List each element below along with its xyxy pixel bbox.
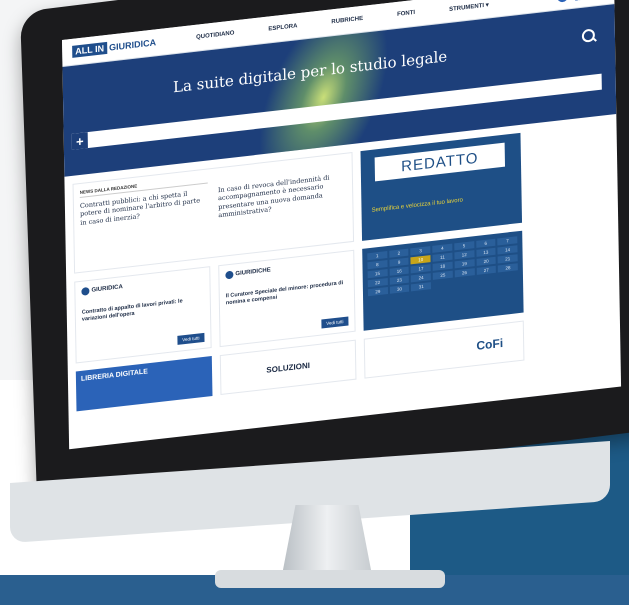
calendar-day[interactable]: 11 (432, 252, 453, 262)
calendar-day[interactable]: 23 (389, 275, 410, 285)
logo-part2: GIURIDICA (108, 37, 157, 53)
nav-item-rubriche[interactable]: RUBRICHE (331, 15, 363, 26)
calendar-day[interactable]: 8 (367, 260, 388, 270)
calendar-day[interactable]: 18 (432, 261, 453, 271)
content-card[interactable]: GIURIDICHE Il Curatore Speciale del mino… (218, 249, 356, 348)
calendar-widget: 1 2 3 4 5 6 7 8 9 10 11 12 13 14 15 16 17 18 19 20 21 22 23 24 2… (362, 230, 524, 331)
libreria-digitale-banner[interactable]: LIBRERIA DIGITALE (75, 356, 213, 412)
calendar-day[interactable]: 31 (411, 282, 432, 292)
top-icons: ? (557, 0, 604, 3)
card-top: GIURIDICHE (225, 258, 347, 280)
search-icon[interactable] (581, 28, 596, 43)
news-title[interactable]: In caso di revoca dell'indennità di acco… (218, 172, 347, 220)
nav-item-strumenti[interactable]: STRUMENTI ▾ (449, 1, 489, 13)
card-logo: GIURIDICHE (225, 266, 271, 280)
card-logo-text: GIURIDICHE (235, 267, 271, 278)
calendar-day[interactable]: 24 (411, 273, 432, 283)
calendar-day[interactable]: 7 (497, 236, 518, 246)
redatto-tagline: Semplifica e velocizza il tuo lavoro (371, 197, 463, 214)
calendar-day[interactable]: 25 (432, 270, 453, 280)
calendar-day[interactable]: 6 (475, 238, 496, 248)
card-title: Contratto di appalto di lavori privati: … (81, 298, 183, 324)
card-button[interactable]: Vedi tutti (321, 316, 349, 329)
card-logo-icon (81, 286, 90, 296)
card-top: GIURIDICA (81, 274, 203, 296)
calendar-day[interactable]: 27 (476, 265, 497, 275)
card-logo-icon (225, 270, 234, 280)
soluzioni-label: SOLUZIONI (266, 360, 310, 375)
calendar-day[interactable]: 12 (454, 250, 475, 260)
calendar-day[interactable]: 21 (497, 254, 518, 264)
calendar-day[interactable]: 20 (476, 256, 496, 266)
calendar-day[interactable]: 1 (367, 251, 388, 261)
app-logo[interactable]: ALL IN GIURIDICA (72, 36, 156, 58)
soluzioni-banner[interactable]: SOLUZIONI (219, 339, 357, 396)
calendar-day[interactable]: 5 (454, 241, 474, 251)
calendar-day[interactable]: 28 (498, 263, 518, 273)
monitor-stand-base (215, 570, 445, 588)
calendar-grid: 1 2 3 4 5 6 7 8 9 10 11 12 13 14 15 16 17 18 19 20 21 22 23 24 2… (367, 236, 518, 297)
calendar-day[interactable]: 4 (432, 243, 453, 253)
calendar-day[interactable]: 26 (454, 268, 475, 278)
redatto-logo: REDATTO (374, 142, 506, 182)
monitor-stand (282, 505, 372, 575)
card-logo-text: GIURIDICA (91, 284, 123, 294)
cofi-banner[interactable]: CoFi (363, 320, 525, 379)
calendar-day[interactable]: 29 (367, 287, 388, 297)
calendar-day[interactable]: 9 (389, 257, 409, 267)
calendar-day[interactable]: 3 (410, 246, 431, 256)
calendar-day[interactable]: 22 (367, 278, 388, 288)
logo-part1: ALL IN (72, 41, 108, 58)
nav-item-esplora[interactable]: ESPLORA (268, 23, 297, 33)
calendar-day[interactable]: 16 (389, 266, 410, 276)
calendar-day[interactable]: 30 (389, 284, 410, 294)
add-button[interactable]: + (71, 132, 88, 150)
content-card[interactable]: GIURIDICA Contratto di appalto di lavori… (74, 266, 212, 364)
redatto-banner[interactable]: REDATTO Semplifica e velocizza il tuo la… (360, 132, 523, 241)
calendar-day[interactable]: 15 (367, 269, 388, 279)
card-title: Il Curatore Speciale del minore: procedu… (225, 280, 344, 307)
news-item[interactable]: In caso di revoca dell'indennità di acco… (218, 160, 347, 250)
news-item[interactable]: NEWS DALLA REDAZIONE Contratti pubblici:… (79, 175, 209, 265)
screen: ALL IN GIURIDICA QUOTIDIANO ESPLORA RUBR… (62, 0, 622, 450)
calendar-day[interactable]: 13 (475, 247, 496, 257)
card-button[interactable]: Vedi tutti (177, 332, 205, 345)
calendar-day[interactable]: 17 (411, 264, 431, 274)
nav-item-fonti[interactable]: FONTI (397, 9, 415, 18)
calendar-day[interactable]: 19 (454, 259, 475, 269)
calendar-day[interactable]: 10 (410, 255, 431, 265)
calendar-day[interactable]: 14 (497, 245, 518, 255)
card-logo: GIURIDICA (81, 283, 123, 296)
help-icon[interactable]: ? (557, 0, 569, 3)
nav-item-quotidiano[interactable]: QUOTIDIANO (196, 30, 234, 41)
calendar-day[interactable]: 2 (388, 248, 409, 258)
